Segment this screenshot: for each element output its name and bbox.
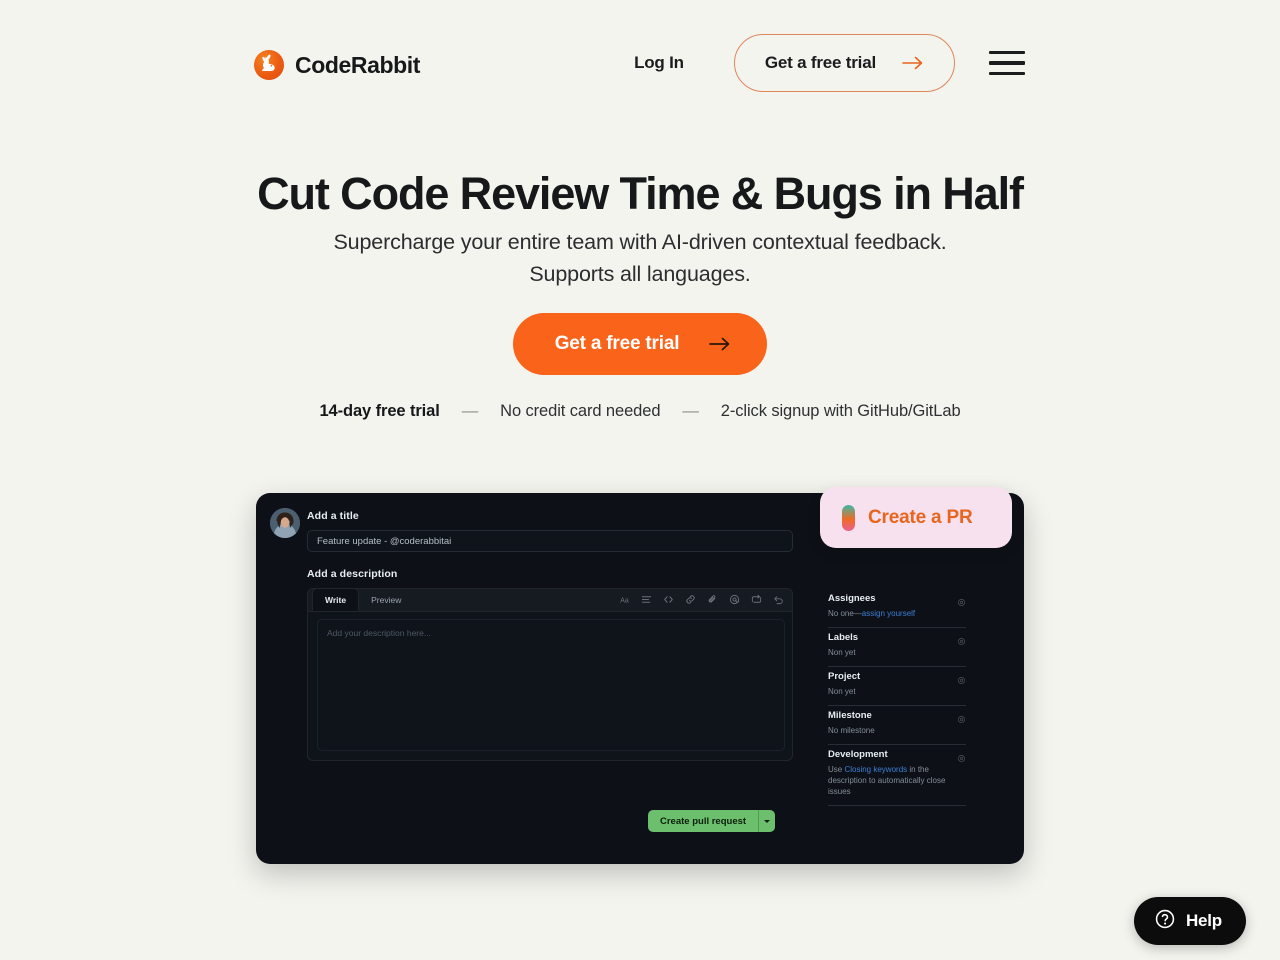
gradient-pill-icon — [842, 504, 855, 531]
sidebar-text: Use — [828, 765, 845, 774]
trial-facts: 14-day free trial — No credit card neede… — [0, 402, 1280, 421]
sidebar-section-development: Development Use Closing keywords in the … — [828, 749, 966, 806]
help-label: Help — [1185, 911, 1222, 930]
code-brackets-icon[interactable] — [663, 594, 674, 605]
gear-icon[interactable] — [957, 672, 966, 684]
divider — [828, 666, 966, 667]
bullet-list-icon[interactable] — [641, 594, 652, 605]
product-screenshot-mockup: Add a title Feature update - @coderabbit… — [256, 493, 1024, 864]
undo-icon[interactable] — [773, 594, 784, 605]
pr-title-input[interactable]: Feature update - @coderabbitai — [307, 530, 793, 552]
brand-logo[interactable]: CodeRabbit — [254, 50, 420, 80]
sidebar-value: No one—assign yourself — [828, 608, 966, 619]
svg-text:Aa: Aa — [620, 597, 629, 604]
sidebar-title: Assignees — [828, 593, 876, 604]
editor-format-icons: Aa — [619, 588, 784, 611]
rabbit-logo-icon — [254, 50, 284, 80]
hero-trial-button[interactable]: Get a free trial — [512, 313, 768, 375]
fact-trial-length: 14-day free trial — [319, 402, 440, 420]
fact-signup: 2-click signup with GitHub/GitLab — [720, 402, 961, 420]
sidebar-section-milestone: Milestone No milestone — [828, 710, 966, 745]
fact-no-credit-card: No credit card needed — [500, 402, 661, 420]
fact-separator: — — [461, 402, 479, 420]
add-description-label: Add a description — [307, 568, 398, 580]
help-widget[interactable]: Help — [1133, 897, 1246, 945]
hero-trial-label: Get a free trial — [554, 333, 680, 354]
divider — [828, 705, 966, 706]
gear-icon[interactable] — [957, 633, 966, 645]
assign-yourself-link[interactable]: assign yourself — [862, 609, 915, 618]
description-textarea[interactable]: Add your description here... — [317, 619, 785, 751]
user-avatar — [270, 508, 300, 538]
heading-text-icon[interactable]: Aa — [619, 594, 630, 605]
sidebar-value: Non yet — [828, 687, 856, 696]
pr-form-left-column: Add a title Feature update - @coderabbit… — [307, 510, 799, 761]
header-trial-label: Get a free trial — [764, 53, 876, 72]
sidebar-title: Labels — [828, 632, 859, 643]
hamburger-menu-icon[interactable] — [989, 48, 1025, 78]
brand-name: CodeRabbit — [295, 51, 421, 78]
create-pull-request-group: Create pull request — [648, 810, 776, 832]
reply-icon[interactable] — [751, 594, 762, 605]
arrow-right-icon — [709, 337, 731, 351]
sidebar-value: No milestone — [828, 726, 875, 735]
fact-separator: — — [682, 402, 699, 420]
sidebar-title: Project — [828, 671, 861, 682]
sidebar-section-labels: Labels Non yet — [828, 632, 966, 667]
link-icon[interactable] — [685, 594, 696, 605]
landing-page: CodeRabbit Log In Get a free trial Cut C… — [0, 0, 1280, 960]
hamburger-bar — [989, 50, 1025, 55]
arrow-right-icon — [902, 56, 924, 70]
hamburger-bar — [989, 61, 1025, 65]
editor-tabs: Write Preview — [308, 588, 413, 611]
hamburger-bar — [989, 71, 1025, 76]
mention-at-icon[interactable] — [729, 594, 740, 605]
divider — [828, 805, 966, 806]
page-title: Cut Code Review Time & Bugs in Half — [257, 168, 1024, 219]
sidebar-section-project: Project Non yet — [828, 671, 966, 706]
header-nav: Log In Get a free trial — [622, 34, 1025, 92]
chevron-down-icon — [764, 819, 771, 823]
description-editor: Write Preview Aa Add your description he… — [307, 588, 793, 761]
login-link[interactable]: Log In — [622, 45, 696, 81]
sidebar-title: Milestone — [828, 710, 872, 721]
editor-toolbar: Write Preview Aa — [308, 588, 792, 612]
attachment-paperclip-icon[interactable] — [707, 594, 718, 605]
gear-icon[interactable] — [957, 594, 966, 606]
description-placeholder: Add your description here... — [327, 628, 431, 638]
hero-cta-wrapper: Get a free trial — [0, 313, 1280, 375]
hero-subtitle: Supercharge your entire team with AI-dri… — [333, 230, 947, 286]
sidebar-value: Use Closing keywords in the description … — [828, 764, 966, 797]
site-header: CodeRabbit Log In Get a free trial — [0, 0, 1280, 128]
header-trial-button[interactable]: Get a free trial — [733, 34, 955, 92]
question-circle-icon — [1154, 908, 1176, 935]
sidebar-section-assignees: Assignees No one—assign yourself — [828, 593, 966, 628]
create-a-pr-label: Create a PR — [868, 506, 973, 528]
sidebar-text: No one— — [828, 609, 862, 618]
divider — [828, 744, 966, 745]
add-title-label: Add a title — [307, 510, 359, 522]
tab-write[interactable]: Write — [312, 588, 360, 611]
closing-keywords-link[interactable]: Closing keywords — [844, 765, 907, 774]
sidebar-title: Development — [828, 749, 888, 760]
gear-icon[interactable] — [957, 750, 966, 762]
create-a-pr-badge[interactable]: Create a PR — [820, 487, 1012, 548]
tab-preview[interactable]: Preview — [359, 588, 413, 611]
divider — [828, 627, 966, 628]
gear-icon[interactable] — [957, 711, 966, 723]
create-pr-dropdown-button[interactable] — [758, 810, 776, 832]
create-pull-request-button[interactable]: Create pull request — [648, 810, 759, 832]
sidebar-value: Non yet — [828, 648, 856, 657]
pr-sidebar: Assignees No one—assign yourself Labels — [828, 593, 966, 810]
